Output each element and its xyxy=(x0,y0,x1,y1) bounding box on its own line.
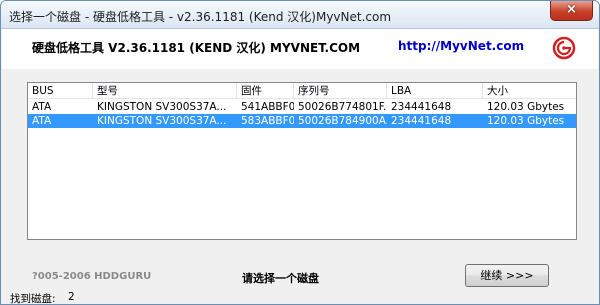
column-header-size[interactable]: 大小 xyxy=(483,83,576,99)
cell-firmware: 541ABBF0 xyxy=(241,101,294,113)
status-label: 找到磁盘: xyxy=(10,293,56,305)
column-header-lba[interactable]: LBA xyxy=(387,83,483,99)
cell-bus: ATA xyxy=(32,115,52,127)
cell-model: KINGSTON SV300S37A... xyxy=(97,101,227,113)
window-title: 选择一个磁盘 - 硬盘低格工具 - v2.36.1181 (Kend 汉化)My… xyxy=(9,10,392,24)
cell-size: 120.03 Gbytes xyxy=(487,115,565,127)
disk-count: 2 xyxy=(68,291,75,303)
status-bar: 找到磁盘: 2 xyxy=(2,291,598,305)
continue-button[interactable]: 继续 >>> xyxy=(465,264,549,287)
prompt-text: 请选择一个磁盘 xyxy=(242,272,319,285)
column-header-bus[interactable]: BUS xyxy=(28,83,93,99)
title-bar[interactable]: 选择一个磁盘 - 硬盘低格工具 - v2.36.1181 (Kend 汉化)My… xyxy=(1,1,599,29)
list-header: BUS 型号 固件 序列号 LBA 大小 xyxy=(28,83,576,99)
cell-lba: 234441648 xyxy=(391,115,452,127)
cell-size: 120.03 Gbytes xyxy=(487,101,565,113)
disk-list[interactable]: BUS 型号 固件 序列号 LBA 大小 ATA KINGSTON SV300S… xyxy=(27,82,577,240)
app-title: 硬盘低格工具 V2.36.1181 (KEND 汉化) MYVNET.COM xyxy=(32,41,361,55)
main-panel: BUS 型号 固件 序列号 LBA 大小 ATA KINGSTON SV300S… xyxy=(2,69,598,293)
cell-lba: 234441648 xyxy=(391,101,452,113)
copyright-text: ?005-2006 HDDGURU xyxy=(32,271,152,282)
column-header-model[interactable]: 型号 xyxy=(93,83,237,99)
website-link[interactable]: http://MyvNet.com xyxy=(398,39,524,53)
header-banner: 硬盘低格工具 V2.36.1181 (KEND 汉化) MYVNET.COM h… xyxy=(2,29,598,69)
column-header-firmware[interactable]: 固件 xyxy=(237,83,294,99)
client-area: 硬盘低格工具 V2.36.1181 (KEND 汉化) MYVNET.COM h… xyxy=(2,29,598,305)
cell-model: KINGSTON SV300S37A... xyxy=(97,115,227,127)
column-header-serial[interactable]: 序列号 xyxy=(294,83,387,99)
close-button[interactable]: × xyxy=(550,1,593,21)
cell-firmware: 583ABBF0 xyxy=(241,115,294,127)
cell-serial: 50026B774801F... xyxy=(298,101,387,113)
close-icon: × xyxy=(566,2,577,17)
table-row-selected[interactable]: ATA KINGSTON SV300S37A... 583ABBF0 50026… xyxy=(28,114,576,128)
cell-serial: 50026B784900A... xyxy=(298,115,387,127)
app-window: 选择一个磁盘 - 硬盘低格工具 - v2.36.1181 (Kend 汉化)My… xyxy=(0,0,600,305)
table-row[interactable]: ATA KINGSTON SV300S37A... 541ABBF0 50026… xyxy=(28,100,576,114)
cell-bus: ATA xyxy=(32,101,52,113)
red-circle-logo-icon xyxy=(552,36,576,60)
